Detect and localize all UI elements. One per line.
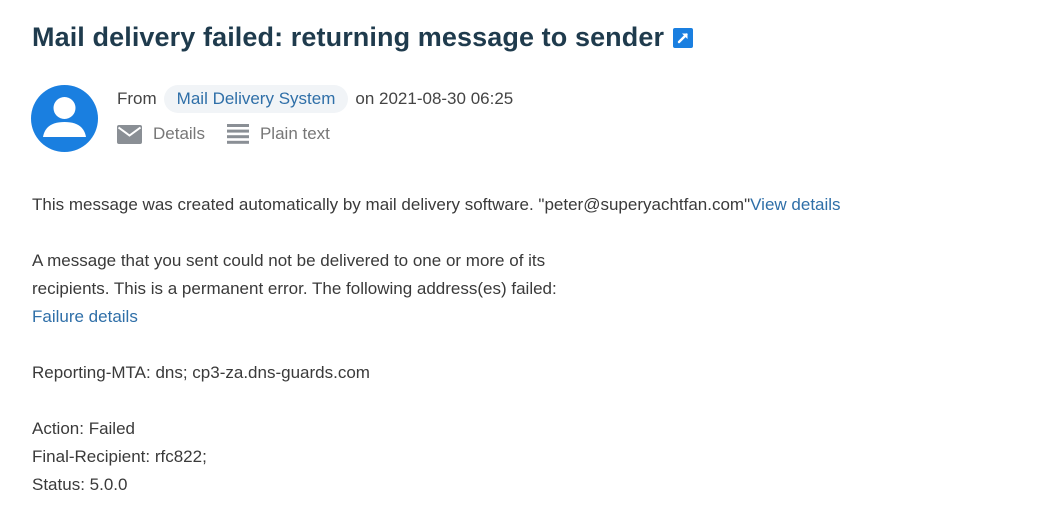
status-line: Status: 5.0.0 [32,475,128,494]
sender-chip[interactable]: Mail Delivery System [163,85,349,113]
envelope-icon [117,124,142,144]
action-line: Action: Failed [32,419,135,438]
failure-paragraph: A message that you sent could not be del… [32,247,1012,331]
external-link-icon[interactable] [673,27,694,48]
email-subject: Mail delivery failed: returning message … [32,22,665,52]
sent-date: on 2021-08-30 06:25 [355,89,514,108]
view-actions: Details Plain text [117,124,513,144]
user-avatar-icon [31,85,98,152]
from-label: From [117,89,157,108]
final-recipient-line: Final-Recipient: rfc822; [32,447,207,466]
reporting-mta-line: Reporting-MTA: dns; cp3-za.dns-guards.co… [32,363,370,382]
intro-text: This message was created automatically b… [32,195,751,214]
failure-details-link[interactable]: Failure details [32,307,138,326]
view-details-link[interactable]: View details [750,195,840,214]
failure-line-1: A message that you sent could not be del… [32,251,546,270]
message-meta: From Mail Delivery System on 2021-08-30 … [117,84,513,144]
title-row: Mail delivery failed: returning message … [32,22,694,53]
plain-text-button[interactable]: Plain text [226,124,330,144]
message-body: This message was created automatically b… [32,191,1012,499]
email-view: Mail delivery failed: returning message … [0,0,1042,529]
details-button[interactable]: Details [117,124,205,144]
from-row: From Mail Delivery System on 2021-08-30 … [117,84,513,114]
intro-paragraph: This message was created automatically b… [32,191,1012,219]
plain-text-label: Plain text [259,124,330,143]
failure-line-2: recipients. This is a permanent error. T… [32,279,557,298]
list-lines-icon [226,124,249,144]
details-label: Details [153,124,205,143]
